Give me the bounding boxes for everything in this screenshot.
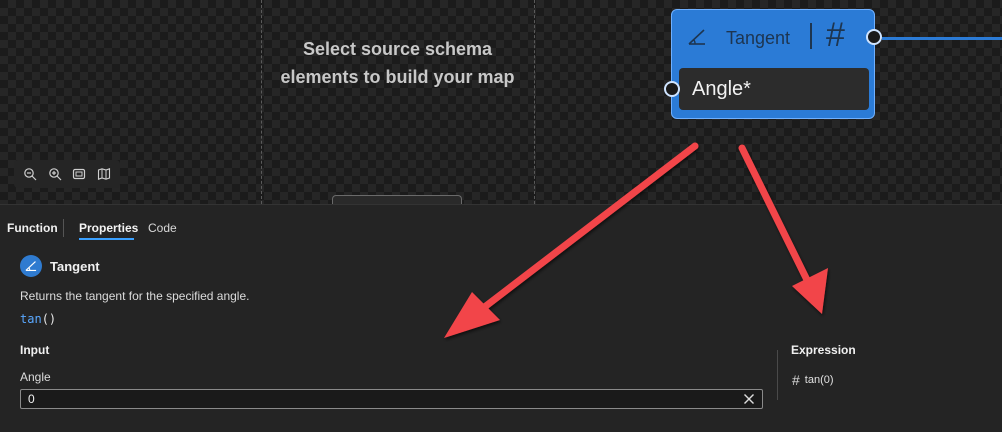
clear-icon[interactable] bbox=[742, 392, 756, 406]
schema-divider-right bbox=[534, 0, 535, 204]
function-name: Tangent bbox=[50, 259, 100, 274]
function-node-tangent[interactable]: Tangent # Angle* bbox=[671, 9, 875, 119]
fit-view-icon bbox=[73, 168, 86, 180]
zoom-in-icon bbox=[48, 168, 62, 181]
angle-icon bbox=[25, 261, 37, 272]
signature-parens: () bbox=[41, 312, 57, 326]
tab-code[interactable]: Code bbox=[148, 221, 177, 235]
minimap-button[interactable] bbox=[94, 164, 114, 184]
expression-section-heading: Expression bbox=[791, 343, 856, 357]
number-type-icon: # bbox=[826, 16, 845, 54]
active-tab-indicator bbox=[79, 238, 134, 240]
function-badge bbox=[20, 255, 42, 277]
node-title: Tangent bbox=[726, 28, 791, 48]
fit-view-button[interactable] bbox=[69, 164, 89, 184]
zoom-in-button[interactable] bbox=[45, 164, 65, 184]
section-divider bbox=[777, 350, 778, 400]
source-schema-placeholder: Select source schema elements to build y… bbox=[280, 39, 515, 87]
input-section-heading: Input bbox=[20, 343, 50, 357]
zoom-out-button[interactable] bbox=[20, 164, 40, 184]
node-output-handle[interactable] bbox=[866, 29, 882, 45]
signature-name: tan bbox=[20, 312, 42, 326]
tab-divider bbox=[63, 219, 64, 237]
node-input-angle[interactable]: Angle* bbox=[679, 68, 869, 110]
schema-divider-left bbox=[261, 0, 262, 204]
minimap-icon bbox=[97, 168, 110, 180]
angle-field[interactable] bbox=[20, 389, 763, 409]
mapping-canvas[interactable]: Select source schema elements to build y… bbox=[0, 0, 1002, 207]
expression-value: tan(0) bbox=[804, 374, 834, 386]
angle-icon bbox=[688, 29, 705, 45]
panel-section-label: Function bbox=[7, 221, 58, 235]
node-header-divider bbox=[810, 23, 812, 49]
tab-properties[interactable]: Properties bbox=[79, 221, 138, 235]
data-mapper-screen: Select source schema elements to build y… bbox=[0, 0, 1002, 432]
zoom-out-icon bbox=[24, 168, 37, 181]
connection-edge[interactable] bbox=[882, 37, 1002, 40]
function-properties-panel: Function Properties Code Tangent Returns… bbox=[0, 204, 1002, 432]
canvas-toolbar bbox=[14, 160, 120, 188]
angle-input[interactable] bbox=[21, 390, 733, 408]
function-signature: tan() bbox=[20, 312, 56, 326]
number-type-icon: # bbox=[792, 372, 800, 388]
function-description: Returns the tangent for the specified an… bbox=[20, 289, 250, 303]
node-input-handle[interactable] bbox=[664, 81, 680, 97]
expression-row: # tan(0) bbox=[792, 372, 834, 388]
angle-field-label: Angle bbox=[20, 370, 51, 384]
